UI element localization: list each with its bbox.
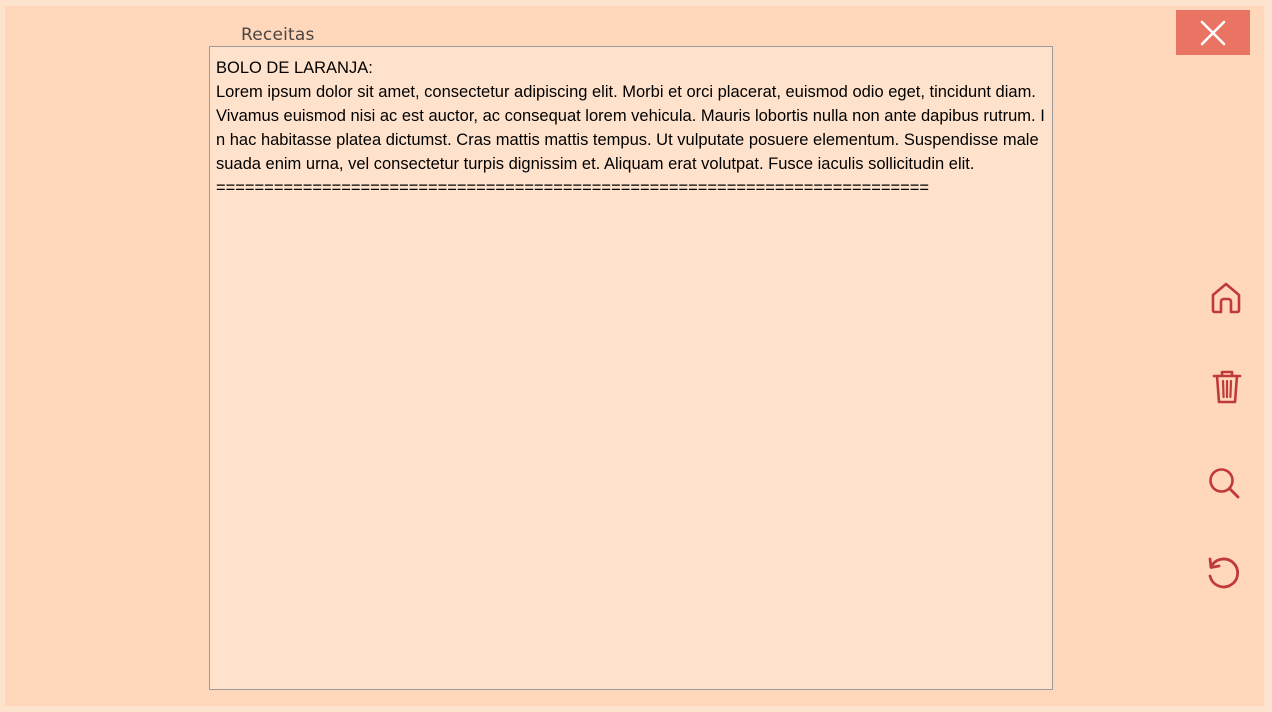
home-icon (1211, 282, 1241, 314)
delete-button[interactable] (1204, 364, 1250, 410)
close-icon (1200, 20, 1226, 45)
trash-icon (1212, 370, 1242, 404)
window-title: Receitas (241, 25, 315, 45)
close-button[interactable] (1176, 10, 1250, 55)
home-button[interactable] (1203, 274, 1249, 320)
app-window: Receitas BOLO DE LARANJA: Lorem ipsum do… (5, 6, 1264, 706)
refresh-button[interactable] (1200, 550, 1246, 596)
recipe-textarea[interactable]: BOLO DE LARANJA: Lorem ipsum dolor sit a… (209, 46, 1053, 690)
refresh-icon (1208, 557, 1239, 589)
search-button[interactable] (1201, 460, 1247, 506)
search-icon (1209, 468, 1240, 499)
